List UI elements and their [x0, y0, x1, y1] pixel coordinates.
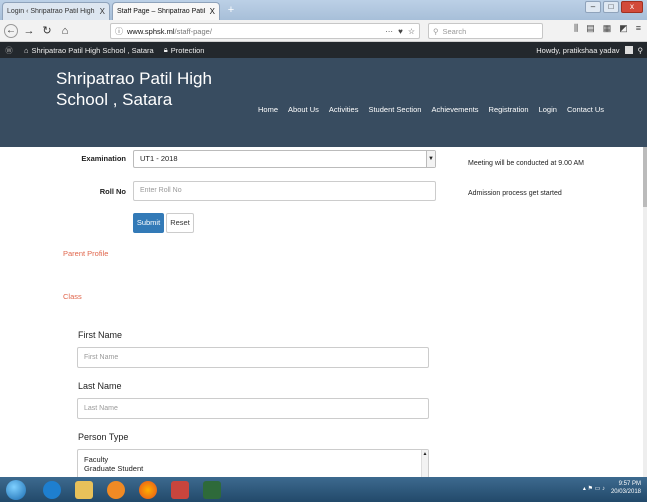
- avatar[interactable]: [624, 46, 633, 54]
- tab-close-icon[interactable]: X: [100, 7, 105, 16]
- media-player-icon[interactable]: [107, 480, 125, 499]
- person-type-label: Person Type: [78, 432, 129, 442]
- page-scrollbar[interactable]: [643, 147, 647, 477]
- site-title[interactable]: Shripatrao Patil High School , Satara: [56, 68, 236, 110]
- last-name-placeholder: Last Name: [84, 405, 118, 412]
- class-link[interactable]: Class: [63, 292, 82, 301]
- examination-select[interactable]: UT1 - 2018 ▼: [133, 150, 436, 168]
- first-name-input[interactable]: First Name: [77, 347, 429, 368]
- sidebar-icon[interactable]: ▤: [586, 23, 595, 34]
- wp-admin-bar: Ⓦ ⌂ Shripatrao Patil High School , Satar…: [0, 42, 647, 58]
- close-window-button[interactable]: x: [621, 1, 643, 13]
- parent-profile-link[interactable]: Parent Profile: [63, 249, 108, 258]
- scrollbar-thumb[interactable]: [643, 147, 647, 207]
- person-type-option[interactable]: Faculty: [84, 455, 422, 464]
- library-icon[interactable]: ⫼: [574, 23, 578, 34]
- site-header: Shripatrao Patil High School , Satara Ho…: [0, 58, 647, 147]
- file-explorer-icon[interactable]: [75, 480, 93, 499]
- rollno-placeholder: Enter Roll No: [140, 187, 182, 194]
- search-placeholder: Search: [442, 26, 467, 36]
- search-icon: ⚲: [433, 26, 439, 36]
- start-button[interactable]: [6, 479, 26, 500]
- examination-label: Examination: [81, 154, 126, 163]
- browser-tab-staff-page[interactable]: Staff Page – Shripatrao Patil High S X: [112, 2, 220, 20]
- rollno-label: Roll No: [99, 187, 126, 196]
- reload-icon[interactable]: ↻: [40, 23, 54, 39]
- person-type-option[interactable]: Graduate Student: [84, 464, 422, 473]
- app-icon[interactable]: [171, 480, 189, 499]
- bookmark-star-icon[interactable]: ☆: [408, 27, 415, 36]
- tab-title: Login ‹ Shripatrao Patil High Schoo: [7, 8, 96, 15]
- howdy-user-link[interactable]: Howdy, pratikshaa yadav: [536, 46, 619, 55]
- address-bar[interactable]: ⓘ www.sphsk.ml/staff-page/ ··· ♥ ☆: [110, 23, 420, 39]
- search-input[interactable]: ⚲ Search: [428, 23, 543, 39]
- examination-selected-value: UT1 - 2018: [140, 154, 178, 163]
- window-controls: – □ x: [585, 1, 643, 13]
- home-dashboard-icon: ⌂: [24, 45, 29, 55]
- reset-button[interactable]: Reset: [166, 213, 194, 233]
- url-host: www.sphsk.ml: [127, 26, 175, 36]
- protection-label: Protection: [170, 45, 205, 55]
- forward-arrow-icon[interactable]: →: [22, 23, 36, 39]
- browser-tab-login[interactable]: Login ‹ Shripatrao Patil High Schoo X: [2, 2, 110, 20]
- nav-contact-us[interactable]: Contact Us: [567, 105, 604, 114]
- screenshot-icon[interactable]: ▦: [603, 23, 612, 34]
- site-nav: Home About Us Activities Student Section…: [258, 105, 604, 114]
- system-tray: ▴ ⚑ ▭ ♪ 9:57 PM 20/03/2018: [583, 480, 641, 496]
- minimize-button[interactable]: –: [585, 1, 601, 13]
- nav-student-section[interactable]: Student Section: [368, 105, 421, 114]
- browser-tab-strip: Login ‹ Shripatrao Patil High Schoo X St…: [0, 0, 647, 20]
- site-info-icon[interactable]: ⓘ: [115, 26, 123, 37]
- clock-time: 9:57 PM: [618, 481, 641, 487]
- submit-button[interactable]: Submit: [133, 213, 164, 233]
- admin-search-icon[interactable]: ⚲: [638, 46, 644, 55]
- admin-site-name: Shripatrao Patil High School , Satara: [31, 45, 154, 55]
- browser-navbar: ← → ↻ ⌂ ⓘ www.sphsk.ml/staff-page/ ··· ♥…: [0, 20, 647, 42]
- maximize-button[interactable]: □: [603, 1, 619, 13]
- tab-title: Staff Page – Shripatrao Patil High S: [117, 8, 206, 15]
- extension-icon[interactable]: ◩: [619, 23, 628, 34]
- nav-home[interactable]: Home: [258, 105, 278, 114]
- mathworks-icon[interactable]: [203, 480, 221, 499]
- browser-toolbar-icons: ⫼ ▤ ▦ ◩ ≡: [574, 23, 641, 34]
- tray-icons[interactable]: ▴ ⚑ ▭ ♪: [583, 485, 605, 492]
- first-name-label: First Name: [78, 330, 123, 340]
- clock-date: 20/03/2018: [610, 489, 641, 495]
- nav-achievements[interactable]: Achievements: [431, 105, 478, 114]
- nav-registration[interactable]: Registration: [489, 105, 529, 114]
- tab-close-icon[interactable]: X: [210, 7, 215, 16]
- nav-about-us[interactable]: About Us: [288, 105, 319, 114]
- clock[interactable]: 9:57 PM 20/03/2018: [611, 480, 641, 496]
- pocket-icon[interactable]: ♥: [398, 27, 403, 36]
- url-path: /staff-page/: [174, 26, 212, 36]
- windows-taskbar: ▴ ⚑ ▭ ♪ 9:57 PM 20/03/2018: [0, 477, 647, 502]
- last-name-input[interactable]: Last Name: [77, 398, 429, 419]
- rollno-input[interactable]: Enter Roll No: [133, 181, 436, 201]
- firefox-icon[interactable]: [139, 480, 157, 499]
- new-tab-button[interactable]: +: [224, 3, 238, 17]
- page-actions-icon[interactable]: ···: [385, 27, 393, 36]
- lock-icon: 🔒︎: [163, 45, 168, 54]
- wordpress-logo-icon[interactable]: Ⓦ: [0, 45, 18, 56]
- dropdown-arrow-icon[interactable]: ▼: [426, 151, 435, 167]
- first-name-placeholder: First Name: [84, 354, 119, 361]
- notice-item: Meeting will be conducted at 9.00 AM: [468, 160, 584, 167]
- nav-login[interactable]: Login: [539, 105, 557, 114]
- back-arrow-icon[interactable]: ←: [4, 23, 18, 38]
- nav-activities[interactable]: Activities: [329, 105, 359, 114]
- last-name-label: Last Name: [78, 381, 122, 391]
- admin-site-link[interactable]: ⌂ Shripatrao Patil High School , Satara: [24, 46, 154, 55]
- notice-item: Admission process get started: [468, 190, 562, 197]
- admin-protection-link[interactable]: 🔒︎ Protection: [164, 45, 205, 55]
- menu-icon[interactable]: ≡: [636, 23, 641, 34]
- ie-icon[interactable]: [43, 480, 61, 499]
- home-icon[interactable]: ⌂: [58, 23, 72, 39]
